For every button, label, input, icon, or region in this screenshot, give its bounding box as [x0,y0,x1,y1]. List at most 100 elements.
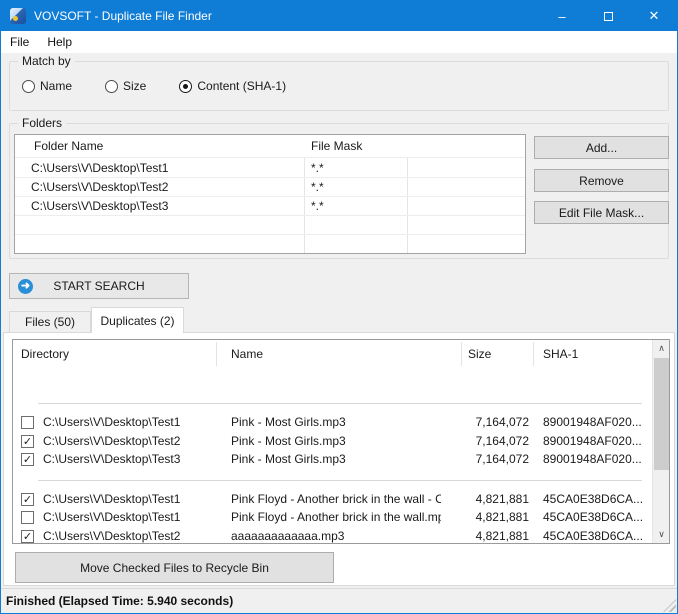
duplicate-row[interactable]: ✓C:\Users\V\Desktop\Test1Pink Floyd - An… [13,491,652,510]
size-cell: 7,164,072 [443,452,529,466]
duplicates-list-body: C:\Users\V\Desktop\Test1 Pink - Most Girl… [13,368,652,543]
folders-table[interactable]: Folder Name File Mask C:\Users\V\Desktop… [14,134,526,254]
column-divider[interactable] [216,342,217,366]
scrollbar-thumb[interactable] [654,358,669,470]
radio-option-0[interactable]: Name [22,79,72,93]
duplicate-row[interactable]: ✓ C:\Users\V\Desktop\Test2 aaaaaaaaaaaaa.m… [13,528,652,545]
size-cell: 4,821,881 [443,529,529,543]
checkbox-checked[interactable]: ✓ [21,435,34,448]
name-cell: Pink - Most Girls.mp3 [231,452,346,466]
app-window: VOVSOFT - Duplicate File Finder – ✕ File… [0,0,678,614]
checkbox-checked[interactable]: ✓ [21,530,34,543]
directory-cell: C:\Users\V\Desktop\Test2 [43,434,180,448]
size-cell: 7,164,072 [443,415,529,429]
column-divider[interactable] [533,342,534,366]
header-size[interactable]: Size [468,347,491,361]
remove-button[interactable]: Remove [534,169,669,192]
directory-cell: C:\Users\V\Desktop\Test3 [43,452,180,466]
folder-path: C:\Users\V\Desktop\Test1 [31,161,168,175]
file-mask: *.* [311,161,324,175]
start-search-button[interactable]: ➜ START SEARCH [9,273,189,299]
group-separator [38,480,642,481]
duplicate-row[interactable]: ✓ C:\Users\V\Desktop\Test2 Pink - Most Gir… [13,433,652,452]
directory-cell: C:\Users\V\Desktop\Test2 [43,529,180,543]
duplicate-row[interactable]: C:\Users\V\Desktop\Test1 Pink Floyd - Ano… [13,509,652,528]
minimize-button[interactable]: – [539,1,585,31]
radio-icon[interactable] [179,80,192,93]
vertical-scrollbar[interactable]: ∧ ∨ [652,340,669,543]
file-mask: *.* [311,180,324,194]
menu-file[interactable]: File [1,31,38,53]
sha1-cell: 45CA0E38D6CA... [543,510,643,524]
empty-row [15,235,525,254]
checkbox-unchecked[interactable] [21,511,34,524]
name-cell: aaaaaaaaaaaaa.mp3 [231,529,344,543]
header-file-mask: File Mask [311,139,362,153]
column-divider[interactable] [461,342,462,366]
sha1-cell: 89001948AF020... [543,452,642,466]
scroll-down-icon[interactable]: ∨ [653,526,670,543]
duplicates-list[interactable]: Directory Name Size SHA-1 C:\Users\V\Des… [12,339,670,544]
radio-option-1[interactable]: Size [105,79,146,93]
radio-icon[interactable] [22,80,35,93]
header-name[interactable]: Name [231,347,263,361]
header-sha1[interactable]: SHA-1 [543,347,578,361]
close-icon: ✕ [649,8,660,24]
folder-row[interactable]: C:\Users\V\Desktop\Test3*.* [15,197,525,216]
minimize-icon: – [558,9,565,24]
resize-grip-icon[interactable] [663,599,676,612]
folder-row[interactable]: C:\Users\V\Desktop\Test2 *.* [15,178,525,197]
folders-table-header: Folder Name File Mask [15,135,525,158]
folder-path: C:\Users\V\Desktop\Test2 [31,180,168,194]
size-cell: 4,821,881 [443,492,529,506]
empty-row [15,216,525,235]
checkbox-unchecked[interactable] [21,416,34,429]
duplicate-row[interactable]: C:\Users\V\Desktop\Test1 Pink - Most Girl… [13,414,652,433]
start-search-label: START SEARCH [53,279,144,293]
directory-cell: C:\Users\V\Desktop\Test1 [43,492,180,506]
group-separator [38,403,642,404]
match-by-label: Match by [18,54,75,68]
folders-label: Folders [18,116,66,130]
folder-path: C:\Users\V\Desktop\Test3 [31,199,168,213]
radio-label: Name [40,79,72,93]
duplicate-row[interactable]: ✓ C:\Users\V\Desktop\Test3 Pink - Most Gir… [13,451,652,470]
directory-cell: C:\Users\V\Desktop\Test1 [43,415,180,429]
sha1-cell: 89001948AF020... [543,415,642,429]
checkbox-checked[interactable]: ✓ [21,493,34,506]
radio-option-2[interactable]: Content (SHA-1) [179,79,286,93]
radio-label: Content (SHA-1) [197,79,286,93]
folder-row[interactable]: C:\Users\V\Desktop\Test1 *.* [15,159,525,178]
directory-cell: C:\Users\V\Desktop\Test1 [43,510,180,524]
move-to-recycle-button[interactable]: Move Checked Files to Recycle Bin [15,552,334,583]
maximize-button[interactable] [585,1,631,31]
checkbox-checked[interactable]: ✓ [21,453,34,466]
name-cell: Pink Floyd - Another brick in the wall.m… [231,510,441,524]
window-controls: – ✕ [539,1,677,31]
status-bar: Finished (Elapsed Time: 5.940 seconds) [1,588,677,613]
menu-help[interactable]: Help [38,31,81,53]
name-cell: Pink - Most Girls.mp3 [231,415,346,429]
match-by-groupbox: Match by NameSizeContent (SHA-1) [9,61,669,111]
sha1-cell: 45CA0E38D6CA... [543,529,643,543]
match-by-options: Name Size Content (SHA-1) [22,79,319,93]
maximize-icon [604,12,613,21]
size-cell: 7,164,072 [443,434,529,448]
app-icon [10,8,26,24]
add-button[interactable]: Add... [534,136,669,159]
window-title: VOVSOFT - Duplicate File Finder [34,9,212,23]
close-button[interactable]: ✕ [631,1,677,31]
radio-label: Size [123,79,146,93]
scroll-up-icon[interactable]: ∧ [653,340,670,357]
sha1-cell: 45CA0E38D6CA... [543,492,643,506]
client-area: Match by Name Size Content (SHA-1) Folders… [1,53,677,589]
tab-files[interactable]: Files (50) [9,311,91,332]
duplicates-list-header: Directory Name Size SHA-1 [13,340,652,368]
edit-file-mask-button[interactable]: Edit File Mask... [534,201,669,224]
title-bar: VOVSOFT - Duplicate File Finder – ✕ [1,1,677,31]
tab-duplicates[interactable]: Duplicates (2) [91,307,184,333]
radio-icon[interactable] [105,80,118,93]
header-directory[interactable]: Directory [21,347,69,361]
duplicates-tab-panel: Directory Name Size SHA-1 C:\Users\V\Des… [3,332,675,586]
name-cell: Pink - Most Girls.mp3 [231,434,346,448]
